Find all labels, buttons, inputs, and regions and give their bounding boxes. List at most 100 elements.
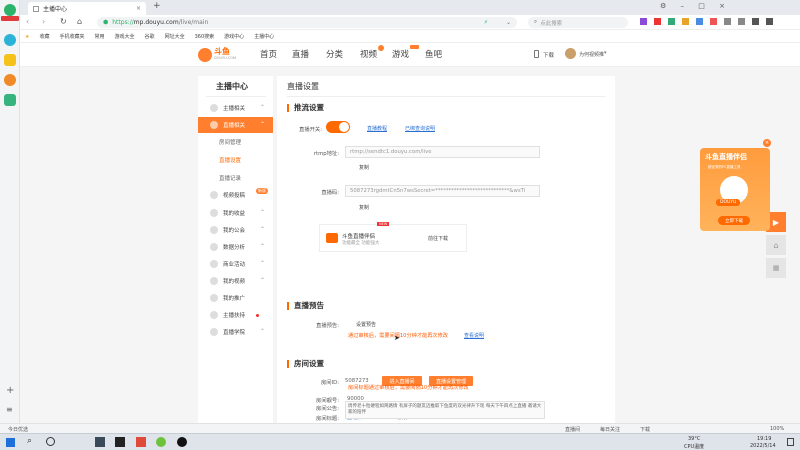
nav-category[interactable]: 分类: [326, 48, 343, 60]
tool-download-button[interactable]: 前往下载: [420, 233, 456, 243]
ext-icon-7[interactable]: [724, 18, 731, 25]
status-item-0[interactable]: 直播间: [565, 426, 580, 433]
sidebar-item-guild[interactable]: 我的公会 ⌃: [198, 222, 273, 238]
bookmark-4[interactable]: 谷歌: [145, 33, 155, 40]
taskbar-app-1[interactable]: [95, 437, 105, 447]
ext-icon-10[interactable]: [766, 18, 773, 25]
phone-icon[interactable]: [534, 50, 539, 58]
bookmark-3[interactable]: 游戏大全: [115, 33, 135, 40]
maximize-icon[interactable]: □: [698, 2, 705, 10]
promo-download-button[interactable]: 立即下载: [718, 216, 750, 225]
site-logo[interactable]: 斗鱼 DOUYU.COM: [198, 46, 243, 64]
tab-active[interactable]: 主播中心 ×: [28, 2, 146, 15]
nav-fishbar[interactable]: 鱼吧: [425, 48, 442, 60]
zoom-level[interactable]: 100%: [770, 426, 784, 432]
minimize-icon[interactable]: –: [681, 2, 685, 10]
menu-icon[interactable]: ≡: [6, 405, 13, 414]
sidebar-sub-room[interactable]: 房间管理: [198, 134, 273, 150]
reload-icon[interactable]: ↻: [60, 17, 67, 26]
sidebar-item-academy[interactable]: 直播学院 ⌃: [198, 324, 273, 340]
ext-icon-5[interactable]: [696, 18, 703, 25]
app-icon-green[interactable]: [4, 94, 16, 106]
sidebar-sub-records[interactable]: 直播记录: [198, 170, 273, 186]
weather-temp[interactable]: 39°C: [688, 436, 700, 442]
announce-link[interactable]: 已绑查询说明: [405, 125, 435, 132]
rtmp-field[interactable]: rtmp://sendtc1.douyu.com/live: [345, 146, 540, 158]
close-window-icon[interactable]: ×: [719, 2, 725, 10]
live-toggle[interactable]: [326, 121, 350, 133]
nav-game[interactable]: 游戏: [392, 48, 409, 60]
skin-icon[interactable]: ⚙: [660, 2, 666, 10]
search-task-icon[interactable]: ⌕: [27, 436, 32, 446]
sidebar-item-anchor[interactable]: 主播相关 ⌃: [198, 100, 273, 116]
side-qr-button[interactable]: ▦: [766, 258, 786, 278]
sidebar-sub-settings[interactable]: 直播设置: [198, 152, 273, 168]
sidebar-item-data[interactable]: 数据分析 ⌃: [198, 239, 273, 255]
back-icon[interactable]: ‹: [26, 17, 29, 26]
ext-icon-3[interactable]: [668, 18, 675, 25]
nav-video[interactable]: 视频: [360, 48, 377, 60]
sidebar-item-business[interactable]: 商业活动 ⌃: [198, 256, 273, 272]
promo-close-icon[interactable]: ×: [763, 139, 771, 147]
bookmark-5[interactable]: 网址大全: [165, 33, 185, 40]
promo-widget[interactable]: 斗鱼直播伴侣 超优秀的PC直播工具 DOUYU 立即下载: [700, 148, 770, 231]
app-logo-icon[interactable]: [4, 4, 16, 16]
status-item-1[interactable]: 每日关注: [600, 426, 620, 433]
app-icon-orange[interactable]: [4, 74, 16, 86]
task-view-icon[interactable]: [46, 437, 55, 446]
bookmark-6[interactable]: 360搜索: [195, 33, 215, 40]
clock-time[interactable]: 19:19: [757, 436, 771, 442]
notification-icon[interactable]: [787, 438, 794, 446]
ext-icon-2[interactable]: [654, 18, 661, 25]
ext-icon-9[interactable]: [752, 18, 759, 25]
url-field[interactable]: ⬢ https:// mp.douyu.com /live/main ⚡ ⌄: [97, 17, 517, 28]
copy-code-button[interactable]: 复制: [353, 202, 375, 212]
search-input[interactable]: ⌕ 点此搜索: [528, 17, 628, 28]
app-icon-yellow[interactable]: [4, 54, 16, 66]
bookmark-1[interactable]: 手机收藏夹: [60, 33, 85, 40]
tab-close-icon[interactable]: ×: [136, 5, 141, 12]
nav-home[interactable]: 首页: [260, 48, 277, 60]
preview-help-link[interactable]: 查看说明: [464, 332, 484, 339]
taskbar-app-3[interactable]: [136, 437, 146, 447]
bolt-icon[interactable]: ⚡: [484, 19, 488, 26]
ext-icon-1[interactable]: [640, 18, 647, 25]
bookmark-8[interactable]: 主播中心: [254, 33, 274, 40]
ext-icon-6[interactable]: [710, 18, 717, 25]
status-left[interactable]: 今日优选: [8, 426, 28, 433]
home-icon[interactable]: ⌂: [77, 17, 82, 26]
taskbar-app-2[interactable]: [115, 437, 125, 447]
code-field[interactable]: 5087273rgdmtCn5n7wsSecret=**************…: [345, 185, 540, 197]
user-chevron-icon[interactable]: ▾: [604, 50, 607, 56]
taskbar-app-4[interactable]: [156, 437, 166, 447]
bookmark-2[interactable]: 常用: [95, 33, 105, 40]
notice-field[interactable]: 周传老十粒硬程如简路情 有屏子的题友迈推取下鱼度的双光律升下现 每天下午四点上直…: [345, 401, 545, 419]
copy-rtmp-button[interactable]: 复制: [353, 162, 375, 172]
add-icon[interactable]: +: [6, 385, 14, 396]
avatar[interactable]: [565, 48, 576, 59]
cpu-temp-label[interactable]: CPU温度: [684, 443, 704, 450]
start-icon[interactable]: [6, 438, 15, 447]
sidebar-item-promote[interactable]: 我的推广: [198, 290, 273, 306]
bookmark-7[interactable]: 游戏中心: [224, 33, 244, 40]
bookmark-0[interactable]: 收藏: [39, 33, 49, 40]
sidebar-item-live[interactable]: 直播相关 ⌃: [198, 117, 273, 133]
chevron-down-icon[interactable]: ⌄: [506, 19, 511, 26]
tutorial-link[interactable]: 直播教程: [367, 125, 387, 132]
side-home-button[interactable]: ⌂: [766, 235, 786, 255]
status-item-2[interactable]: 下载: [640, 426, 650, 433]
download-link[interactable]: 下载: [543, 51, 554, 59]
sidebar-item-income[interactable]: 我的收益 ⌃: [198, 205, 273, 221]
ext-icon-4[interactable]: [682, 18, 689, 25]
ext-icon-8[interactable]: [738, 18, 745, 25]
new-tab-icon[interactable]: +: [153, 1, 161, 11]
forward-icon[interactable]: ›: [42, 17, 45, 26]
sidebar-item-myvideo[interactable]: 我的视频 ⌃: [198, 273, 273, 289]
sidebar-item-support[interactable]: 主播扶持: [198, 307, 273, 323]
nav-live[interactable]: 直播: [292, 48, 309, 60]
app-icon-blue[interactable]: [4, 34, 16, 46]
username[interactable]: 为何视频推: [579, 51, 604, 58]
set-preview-button[interactable]: 设置预告: [349, 319, 383, 329]
taskbar-app-5[interactable]: [177, 437, 187, 447]
clock-date[interactable]: 2022/5/14: [750, 443, 776, 449]
